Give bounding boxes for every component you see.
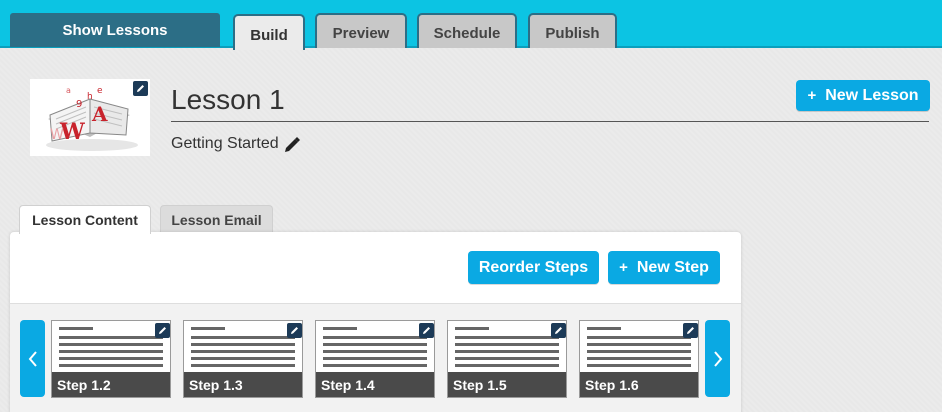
tab-lesson-content[interactable]: Lesson Content (19, 205, 151, 234)
svg-text:a: a (66, 86, 71, 95)
tab-publish-label: Publish (545, 25, 600, 42)
step-label: Step 1.6 (580, 372, 698, 397)
pencil-icon[interactable] (283, 136, 301, 154)
tab-lesson-email-label: Lesson Email (171, 211, 262, 228)
step-card[interactable]: Step 1.4 (315, 320, 435, 398)
step-label: Step 1.4 (316, 372, 434, 397)
tab-preview-label: Preview (332, 25, 390, 42)
edit-icon[interactable] (133, 81, 148, 96)
edit-icon[interactable] (683, 323, 698, 338)
plus-icon: + (807, 87, 817, 104)
tab-lesson-content-label: Lesson Content (32, 212, 138, 228)
show-lessons-button[interactable]: Show Lessons (10, 13, 220, 47)
title-divider (171, 121, 929, 122)
new-step-button[interactable]: + New Step (608, 251, 720, 284)
carousel-prev-button[interactable] (20, 320, 45, 397)
chevron-right-icon (713, 350, 722, 367)
tab-schedule-label: Schedule (433, 25, 501, 42)
svg-text:h: h (87, 92, 93, 102)
new-step-label: New Step (636, 258, 709, 276)
tab-preview[interactable]: Preview (315, 13, 407, 48)
tab-publish[interactable]: Publish (528, 13, 617, 48)
svg-text:A: A (91, 102, 108, 126)
new-lesson-label: New Lesson (825, 86, 919, 104)
step-label: Step 1.2 (52, 372, 170, 397)
edit-icon[interactable] (419, 323, 434, 338)
edit-icon[interactable] (287, 323, 302, 338)
tab-build-label: Build (250, 26, 288, 44)
step-card[interactable]: Step 1.5 (447, 320, 567, 398)
step-preview-lines (587, 327, 691, 371)
lesson-subtitle: Getting Started (171, 135, 279, 152)
carousel-next-button[interactable] (705, 320, 730, 397)
new-lesson-button[interactable]: + New Lesson (796, 80, 930, 111)
step-card[interactable]: Step 1.3 (183, 320, 303, 398)
step-preview-lines (455, 327, 559, 371)
svg-text:W: W (50, 127, 64, 143)
step-card[interactable]: Step 1.6 (579, 320, 699, 398)
svg-text:9: 9 (76, 99, 82, 110)
lesson-thumbnail[interactable]: W A 9 h e a W (30, 79, 150, 156)
tab-build[interactable]: Build (233, 14, 305, 50)
step-preview-lines (323, 327, 427, 371)
step-card[interactable]: Step 1.2 (51, 320, 171, 398)
step-label: Step 1.3 (184, 372, 302, 397)
svg-text:e: e (97, 86, 103, 96)
book-logo: W A 9 h e a W (46, 86, 138, 151)
plus-icon: + (619, 259, 628, 276)
lesson-title: Lesson 1 (171, 84, 285, 115)
edit-icon[interactable] (155, 323, 170, 338)
reorder-steps-label: Reorder Steps (478, 258, 589, 276)
step-preview-lines (191, 327, 295, 371)
tab-lesson-email[interactable]: Lesson Email (160, 205, 273, 233)
step-label: Step 1.5 (448, 372, 566, 397)
step-preview-lines (59, 327, 163, 371)
chevron-left-icon (28, 350, 37, 367)
edit-icon[interactable] (551, 323, 566, 338)
reorder-steps-button[interactable]: Reorder Steps (468, 251, 599, 284)
tab-schedule[interactable]: Schedule (417, 13, 517, 48)
